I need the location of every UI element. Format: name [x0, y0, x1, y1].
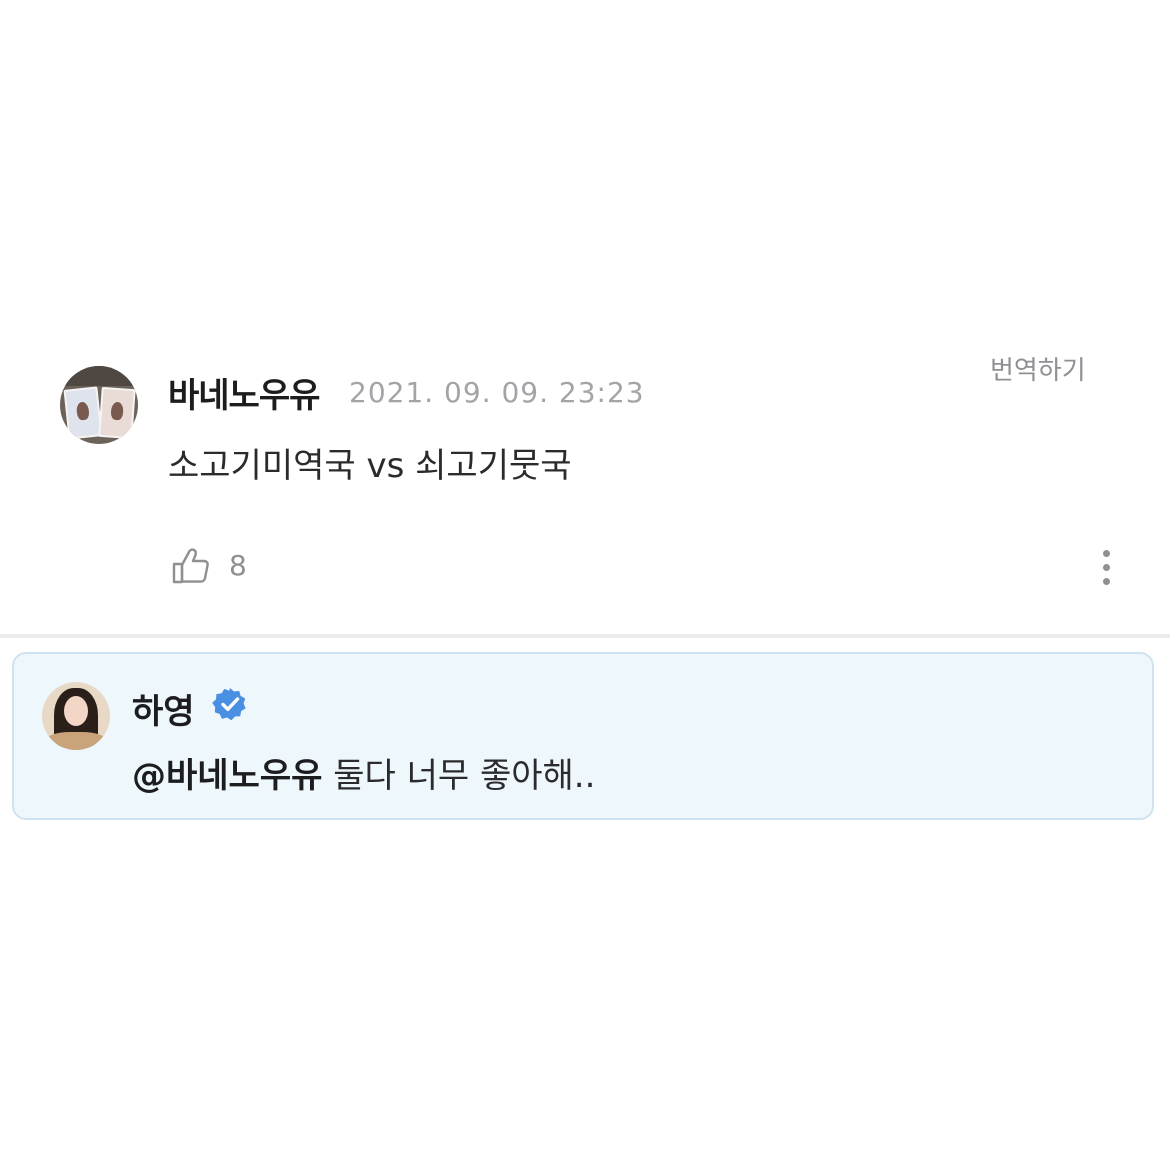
thumbs-up-icon: [172, 548, 209, 584]
avatar[interactable]: [42, 682, 110, 750]
like-button[interactable]: [170, 544, 214, 588]
translate-button[interactable]: 번역하기: [990, 350, 1086, 387]
comment-text: 소고기미역국 vs 쇠고기뭇국: [168, 446, 572, 486]
reply-text: @바네노우유 둘다 너무 좋아해..: [132, 748, 595, 797]
comment: 바네노우유 2021. 09. 09. 23:23 번역하기 소고기미역국 vs…: [0, 0, 1170, 636]
avatar-shirt: [46, 732, 106, 750]
avatar-photocard: [63, 386, 103, 440]
avatar-face: [64, 696, 88, 726]
reply-body: 둘다 너무 좋아해..: [322, 756, 596, 796]
photocard-face: [75, 401, 90, 421]
comment-timestamp: 2021. 09. 09. 23:23: [349, 376, 645, 409]
mention-link[interactable]: @바네노우유: [132, 756, 322, 796]
photocard-face: [110, 401, 124, 421]
comment-thread: 바네노우유 2021. 09. 09. 23:23 번역하기 소고기미역국 vs…: [0, 0, 1170, 1170]
divider: [0, 634, 1170, 638]
like-count: 8: [229, 549, 247, 582]
comment-author[interactable]: 바네노우유: [168, 368, 320, 417]
more-vertical-icon: [1103, 550, 1110, 557]
more-options-button[interactable]: [1092, 548, 1120, 588]
avatar-photocard: [98, 386, 136, 440]
avatar[interactable]: [60, 366, 138, 444]
more-vertical-icon: [1103, 564, 1110, 571]
avatar-background: [60, 366, 138, 386]
artist-reply: 하영 @바네노우유 둘다 너무 좋아해..: [12, 652, 1154, 820]
reply-author[interactable]: 하영: [132, 684, 195, 733]
verified-badge-icon: [212, 688, 246, 721]
more-vertical-icon: [1103, 578, 1110, 585]
